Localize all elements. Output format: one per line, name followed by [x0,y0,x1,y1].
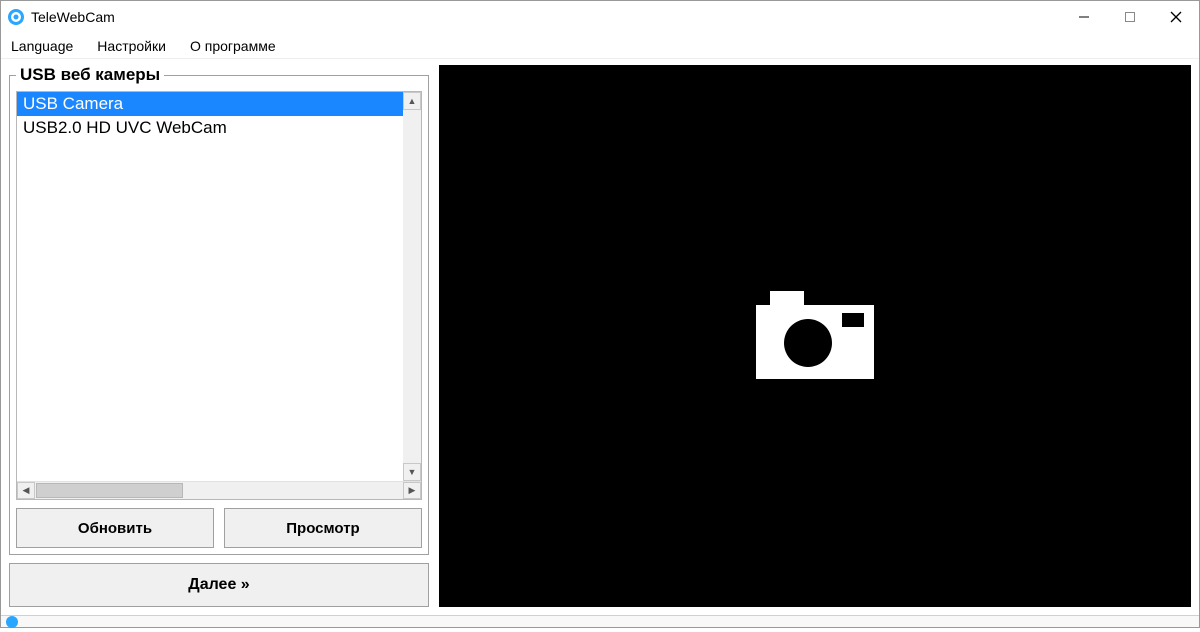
scroll-up-icon[interactable]: ▲ [403,92,421,110]
video-preview [439,65,1191,607]
window-title: TeleWebCam [31,9,115,25]
content-area: USB веб камеры USB Camera USB2.0 HD UVC … [1,59,1199,615]
window-controls [1061,1,1199,33]
scroll-down-icon[interactable]: ▼ [403,463,421,481]
vertical-scroll-track[interactable] [403,110,421,463]
vertical-scrollbar[interactable]: ▲ ▼ [403,92,421,481]
app-icon [7,8,25,26]
camera-listbox[interactable]: USB Camera USB2.0 HD UVC WebCam ▲ ▼ ◀ ▶ [16,91,422,500]
horizontal-scrollbar[interactable]: ◀ ▶ [17,481,421,499]
scroll-right-icon[interactable]: ▶ [403,482,421,499]
menubar: Language Настройки О программе [1,33,1199,59]
menu-about[interactable]: О программе [186,36,280,56]
maximize-button[interactable] [1107,1,1153,33]
left-panel: USB веб камеры USB Camera USB2.0 HD UVC … [9,65,429,607]
status-icon [5,615,19,629]
refresh-button[interactable]: Обновить [16,508,214,548]
list-item[interactable]: USB2.0 HD UVC WebCam [17,116,403,140]
scroll-left-icon[interactable]: ◀ [17,482,35,499]
menu-language[interactable]: Language [7,36,77,56]
list-item[interactable]: USB Camera [17,92,403,116]
minimize-button[interactable] [1061,1,1107,33]
statusbar [1,615,1199,627]
menu-settings[interactable]: Настройки [93,36,170,56]
preview-button[interactable]: Просмотр [224,508,422,548]
horizontal-scroll-track[interactable] [35,482,403,499]
camera-group-label: USB веб камеры [16,65,164,85]
camera-group: USB веб камеры USB Camera USB2.0 HD UVC … [9,65,429,555]
camera-icon [750,285,880,388]
horizontal-scroll-thumb[interactable] [36,483,183,498]
camera-list-items: USB Camera USB2.0 HD UVC WebCam [17,92,403,481]
close-button[interactable] [1153,1,1199,33]
titlebar: TeleWebCam [1,1,1199,33]
next-button[interactable]: Далее » [9,563,429,607]
